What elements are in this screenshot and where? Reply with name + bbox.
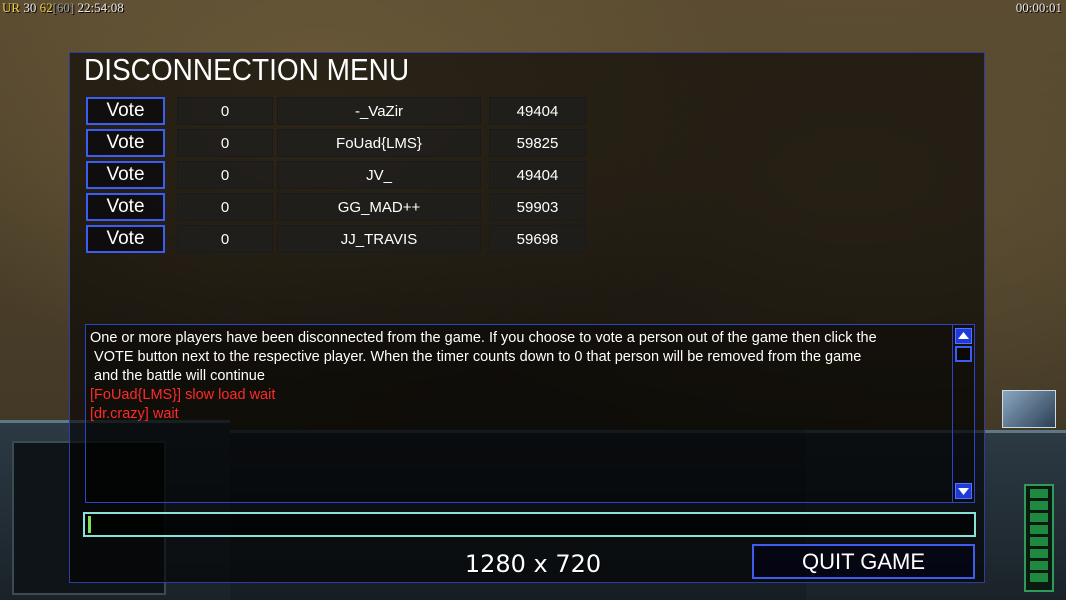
game-scene: UR 30 62[60] 22:54:08 00:00:01 DISCONNEC… — [0, 0, 1066, 600]
chat-message: [FoUad{LMS}] slow load wait — [90, 387, 276, 403]
vote-count: 0 — [177, 97, 273, 125]
vote-count: 0 — [177, 161, 273, 189]
power-cell — [1030, 537, 1048, 546]
disconnection-menu: DISCONNECTION MENU Vote 0 -_VaZir 49404 … — [69, 52, 985, 583]
vote-count: 0 — [177, 193, 273, 221]
system-message-line: and the battle will continue — [90, 368, 265, 384]
player-name: -_VaZir — [277, 97, 481, 125]
player-name: JJ_TRAVIS — [277, 225, 481, 253]
power-meter — [1024, 484, 1054, 592]
system-message-line: One or more players have been disconnect… — [90, 330, 877, 346]
system-message-line: VOTE button next to the respective playe… — [90, 349, 862, 365]
menu-title: DISCONNECTION MENU — [84, 53, 410, 87]
performance-stats: UR 30 62[60] 22:54:08 — [2, 0, 124, 15]
power-cell — [1030, 489, 1048, 498]
player-timer: 59903 — [489, 193, 586, 221]
player-name: FoUad{LMS} — [277, 129, 481, 157]
stat-c: [60] — [52, 0, 75, 15]
player-row: Vote 0 GG_MAD++ 59903 — [86, 193, 606, 221]
vote-button[interactable]: Vote — [86, 97, 165, 125]
player-timer: 59698 — [489, 225, 586, 253]
vote-count: 0 — [177, 225, 273, 253]
system-clock: 22:54:08 — [77, 0, 124, 15]
chat-message: [dr.crazy] wait — [90, 406, 179, 422]
game-timer: 00:00:01 — [1015, 0, 1062, 15]
player-name: JV_ — [277, 161, 481, 189]
power-cell — [1030, 561, 1048, 570]
player-row: Vote 0 FoUad{LMS} 59825 — [86, 129, 606, 157]
player-name: GG_MAD++ — [277, 193, 481, 221]
chat-log[interactable]: One or more players have been disconnect… — [85, 324, 975, 503]
vote-button[interactable]: Vote — [86, 225, 165, 253]
power-cell — [1030, 525, 1048, 534]
player-row: Vote 0 -_VaZir 49404 — [86, 97, 606, 125]
quit-game-button[interactable]: QUIT GAME — [752, 544, 975, 579]
power-cell — [1030, 501, 1048, 510]
text-caret — [88, 516, 91, 533]
stat-a: 30 — [23, 0, 37, 15]
scroll-thumb[interactable] — [955, 346, 972, 362]
vote-button[interactable]: Vote — [86, 161, 165, 189]
vote-button[interactable]: Vote — [86, 129, 165, 157]
power-cell — [1030, 513, 1048, 522]
player-row: Vote 0 JJ_TRAVIS 59698 — [86, 225, 606, 253]
scroll-down-arrow-icon[interactable] — [955, 483, 972, 499]
player-row: Vote 0 JV_ 49404 — [86, 161, 606, 189]
scroll-up-arrow-icon[interactable] — [955, 328, 972, 344]
player-timer: 49404 — [489, 161, 586, 189]
chat-scrollbar[interactable] — [952, 325, 974, 502]
player-timer: 49404 — [489, 97, 586, 125]
player-timer: 59825 — [489, 129, 586, 157]
satellite-icon[interactable] — [1002, 390, 1056, 428]
vote-count: 0 — [177, 129, 273, 157]
vote-button[interactable]: Vote — [86, 193, 165, 221]
stats-prefix: UR — [2, 0, 21, 15]
stat-b: 62 — [39, 0, 53, 15]
power-cell — [1030, 549, 1048, 558]
chat-input[interactable] — [83, 512, 976, 537]
chat-text: One or more players have been disconnect… — [90, 329, 948, 424]
power-cell — [1030, 573, 1048, 582]
resolution-label: 1280 x 720 — [464, 550, 602, 578]
